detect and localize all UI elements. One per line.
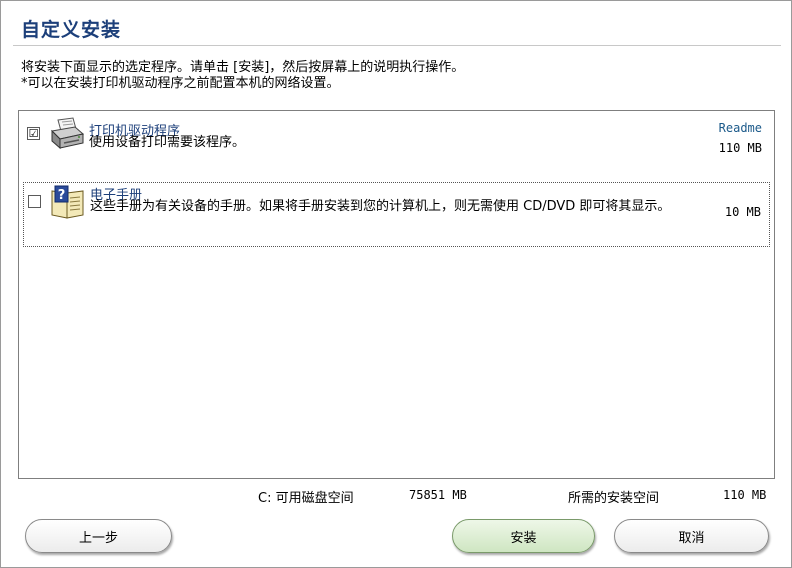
list-item-manual[interactable]: ? 电子手册 这些手册为有关设备的手册。如果将手册安装到您的计算机上，则无需使用… — [23, 182, 770, 247]
printer-driver-checkbox[interactable]: ☑ — [27, 127, 40, 140]
manual-checkbox[interactable] — [28, 195, 41, 208]
required-space-label: 所需的安装空间 — [568, 491, 660, 506]
svg-text:?: ? — [58, 188, 66, 203]
back-button[interactable]: 上一步 — [25, 519, 172, 553]
list-item-printer-driver[interactable]: ☑ 打印机驱动程序 使用设备打印需要该程序。 Readme 110 MB — [23, 115, 770, 177]
manual-size: 10 MB — [724, 205, 761, 219]
printer-icon — [49, 117, 85, 151]
available-space-label: C: 可用磁盘空间 — [258, 491, 354, 506]
network-note-text: *可以在安装打印机驱动程序之前配置本机的网络设置。 — [21, 76, 340, 91]
custom-install-window: 自定义安装 将安装下面显示的选定程序。请单击 [安装]，然后按屏幕上的说明执行操… — [0, 0, 792, 568]
title-divider — [13, 45, 781, 46]
manual-description: 这些手册为有关设备的手册。如果将手册安装到您的计算机上，则无需使用 CD/DVD… — [90, 199, 671, 214]
cancel-button[interactable]: 取消 — [614, 519, 769, 553]
required-space-value: 110 MB — [723, 488, 767, 502]
printer-driver-description: 使用设备打印需要该程序。 — [89, 135, 246, 150]
page-title: 自定义安装 — [21, 19, 122, 41]
install-button[interactable]: 安装 — [452, 519, 595, 553]
available-space-value: 75851 MB — [409, 488, 467, 502]
printer-driver-size: 110 MB — [718, 141, 762, 155]
program-list: ☑ 打印机驱动程序 使用设备打印需要该程序。 Readme 110 MB ? 电… — [18, 110, 775, 479]
readme-link[interactable]: Readme — [719, 121, 762, 135]
manual-book-icon: ? — [50, 185, 86, 219]
